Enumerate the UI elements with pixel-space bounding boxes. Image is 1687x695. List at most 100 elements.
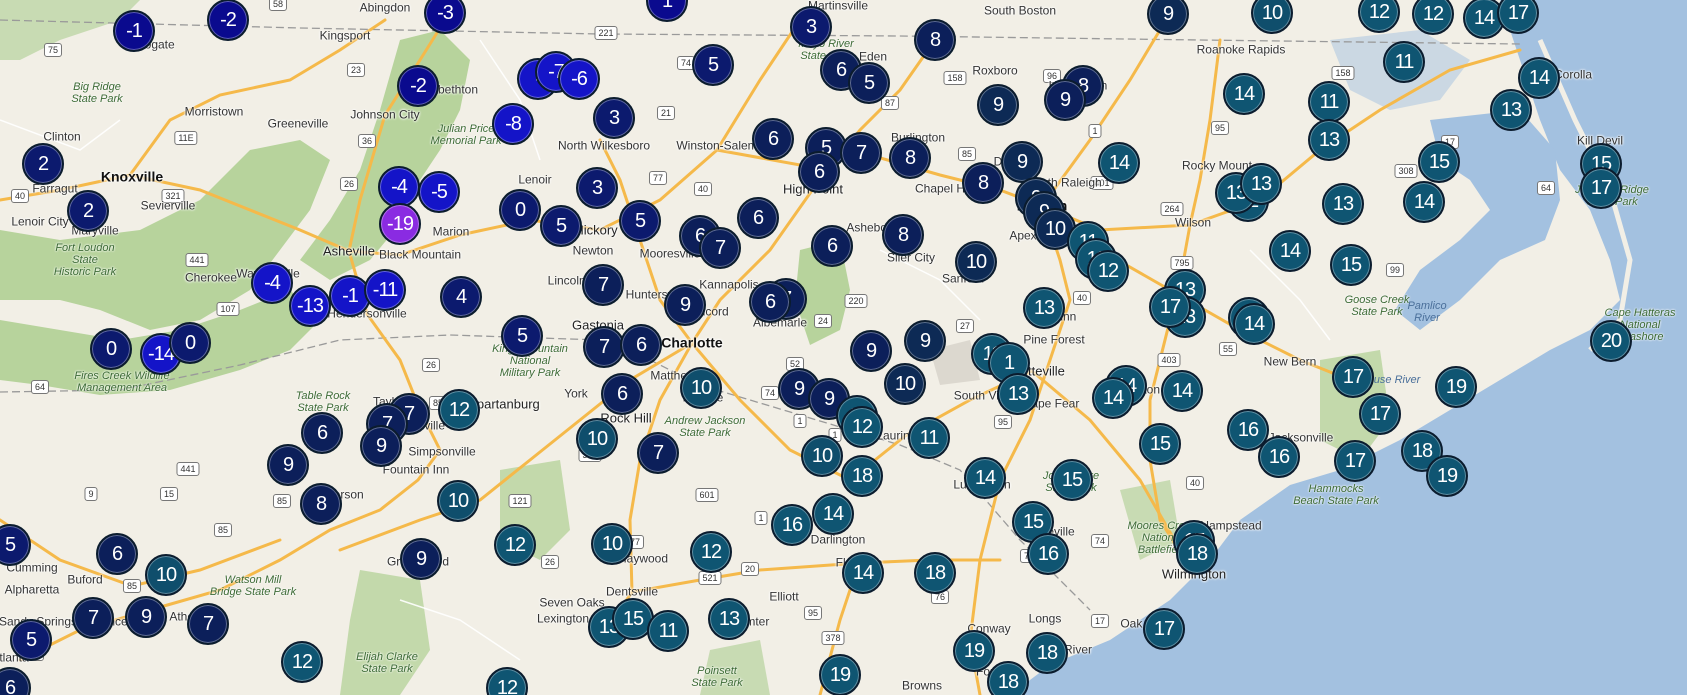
temperature-marker[interactable]: 10 xyxy=(955,241,997,283)
temperature-marker[interactable]: 9 xyxy=(664,284,706,326)
temperature-marker[interactable]: 3 xyxy=(593,97,635,139)
temperature-marker[interactable]: 12 xyxy=(281,641,323,683)
temperature-marker[interactable]: 14 xyxy=(1518,57,1560,99)
temperature-marker[interactable]: 13 xyxy=(1023,287,1065,329)
temperature-marker[interactable]: 15 xyxy=(1051,459,1093,501)
temperature-marker[interactable]: 18 xyxy=(914,552,956,594)
temperature-marker[interactable]: 14 xyxy=(1098,142,1140,184)
temperature-marker[interactable]: 0 xyxy=(169,322,211,364)
temperature-marker[interactable]: 5 xyxy=(540,205,582,247)
temperature-marker[interactable]: 17 xyxy=(1334,440,1376,482)
temperature-marker[interactable]: 3 xyxy=(576,167,618,209)
temperature-marker[interactable]: 7 xyxy=(582,264,624,306)
temperature-marker[interactable]: 15 xyxy=(1418,141,1460,183)
temperature-marker[interactable]: 16 xyxy=(1027,533,1069,575)
temperature-marker[interactable]: -1 xyxy=(113,10,155,52)
temperature-marker[interactable]: 12 xyxy=(438,389,480,431)
temperature-marker[interactable]: 19 xyxy=(1435,366,1477,408)
temperature-marker[interactable]: 11 xyxy=(908,417,950,459)
temperature-marker[interactable]: 14 xyxy=(812,493,854,535)
temperature-marker[interactable]: 9 xyxy=(267,444,309,486)
temperature-marker[interactable]: -4 xyxy=(378,166,420,208)
temperature-marker[interactable]: 10 xyxy=(884,363,926,405)
temperature-marker[interactable]: -19 xyxy=(379,203,421,245)
temperature-marker[interactable]: 5 xyxy=(10,619,52,661)
temperature-marker[interactable]: 6 xyxy=(811,225,853,267)
temperature-marker[interactable]: 4 xyxy=(440,276,482,318)
temperature-marker[interactable]: 15 xyxy=(1139,423,1181,465)
temperature-marker[interactable]: 5 xyxy=(619,200,661,242)
temperature-marker[interactable]: 18 xyxy=(841,455,883,497)
temperature-marker[interactable]: -6 xyxy=(558,58,600,100)
temperature-marker[interactable]: 7 xyxy=(187,603,229,645)
temperature-marker[interactable]: 14 xyxy=(1161,370,1203,412)
temperature-marker[interactable]: 6 xyxy=(96,533,138,575)
temperature-marker[interactable]: 9 xyxy=(400,538,442,580)
temperature-marker[interactable]: 2 xyxy=(67,190,109,232)
temperature-marker[interactable]: 7 xyxy=(699,227,741,269)
temperature-marker[interactable]: 15 xyxy=(1330,244,1372,286)
temperature-marker[interactable]: 10 xyxy=(576,418,618,460)
temperature-marker[interactable]: 9 xyxy=(125,596,167,638)
temperature-marker[interactable]: 12 xyxy=(690,531,732,573)
temperature-marker[interactable]: -4 xyxy=(251,262,293,304)
temperature-marker[interactable]: 19 xyxy=(953,630,995,672)
temperature-marker[interactable]: 10 xyxy=(801,435,843,477)
temperature-marker[interactable]: 0 xyxy=(499,189,541,231)
temperature-marker[interactable]: 17 xyxy=(1580,167,1622,209)
temperature-marker[interactable]: 14 xyxy=(964,457,1006,499)
temperature-marker[interactable]: 8 xyxy=(962,162,1004,204)
temperature-marker[interactable]: 5 xyxy=(848,62,890,104)
temperature-marker[interactable]: 8 xyxy=(882,214,924,256)
temperature-marker[interactable]: 9 xyxy=(850,330,892,372)
temperature-marker[interactable]: 12 xyxy=(494,524,536,566)
temperature-marker[interactable]: 6 xyxy=(620,324,662,366)
temperature-marker[interactable]: 14 xyxy=(1403,181,1445,223)
temperature-marker[interactable]: 9 xyxy=(1044,79,1086,121)
temperature-marker[interactable]: 5 xyxy=(501,315,543,357)
temperature-marker[interactable]: 7 xyxy=(72,597,114,639)
temperature-marker[interactable]: 10 xyxy=(145,554,187,596)
temperature-marker[interactable]: 13 xyxy=(1322,183,1364,225)
temperature-marker[interactable]: -8 xyxy=(492,103,534,145)
temperature-marker[interactable]: -13 xyxy=(289,285,331,327)
temperature-marker[interactable]: 3 xyxy=(790,6,832,48)
temperature-marker[interactable]: 10 xyxy=(591,523,633,565)
temperature-marker[interactable]: -11 xyxy=(364,269,406,311)
temperature-marker[interactable]: 16 xyxy=(1258,436,1300,478)
map-canvas[interactable]: 75 11E 40 441 321 107 64 26 23 36 58 221 74 21 77 40 85 1… xyxy=(0,0,1687,695)
temperature-marker[interactable]: 19 xyxy=(819,654,861,695)
temperature-marker[interactable]: 18 xyxy=(987,661,1029,695)
temperature-marker[interactable]: 18 xyxy=(1026,632,1068,674)
temperature-marker[interactable]: 19 xyxy=(1426,455,1468,497)
temperature-marker[interactable]: 13 xyxy=(1490,89,1532,131)
temperature-marker[interactable]: 12 xyxy=(1087,250,1129,292)
temperature-marker[interactable]: -2 xyxy=(397,65,439,107)
temperature-marker[interactable]: 13 xyxy=(708,598,750,640)
temperature-marker[interactable]: 14 xyxy=(1092,377,1134,419)
temperature-marker[interactable]: 12 xyxy=(841,406,883,448)
temperature-marker[interactable]: 6 xyxy=(601,373,643,415)
temperature-marker[interactable]: 7 xyxy=(637,432,679,474)
temperature-marker[interactable]: 0 xyxy=(90,328,132,370)
temperature-marker[interactable]: 6 xyxy=(301,412,343,454)
temperature-marker[interactable]: 18 xyxy=(1176,533,1218,575)
temperature-marker[interactable]: 8 xyxy=(914,19,956,61)
temperature-marker[interactable]: 20 xyxy=(1590,320,1632,362)
temperature-marker[interactable]: 2 xyxy=(22,143,64,185)
temperature-marker[interactable]: 17 xyxy=(1149,286,1191,328)
temperature-marker[interactable]: 11 xyxy=(1308,81,1350,123)
temperature-marker[interactable]: 14 xyxy=(842,552,884,594)
temperature-marker[interactable]: 13 xyxy=(997,373,1039,415)
temperature-marker[interactable]: 11 xyxy=(647,610,689,652)
temperature-marker[interactable]: 17 xyxy=(1143,608,1185,650)
temperature-marker[interactable]: -2 xyxy=(207,0,249,41)
temperature-marker[interactable]: 8 xyxy=(889,137,931,179)
temperature-marker[interactable]: 6 xyxy=(752,118,794,160)
temperature-marker[interactable]: 11 xyxy=(1383,41,1425,83)
temperature-marker[interactable]: 10 xyxy=(680,367,722,409)
temperature-marker[interactable]: 5 xyxy=(692,44,734,86)
temperature-marker[interactable]: 14 xyxy=(1223,73,1265,115)
temperature-marker[interactable]: 14 xyxy=(1269,230,1311,272)
temperature-marker[interactable]: 17 xyxy=(1332,356,1374,398)
